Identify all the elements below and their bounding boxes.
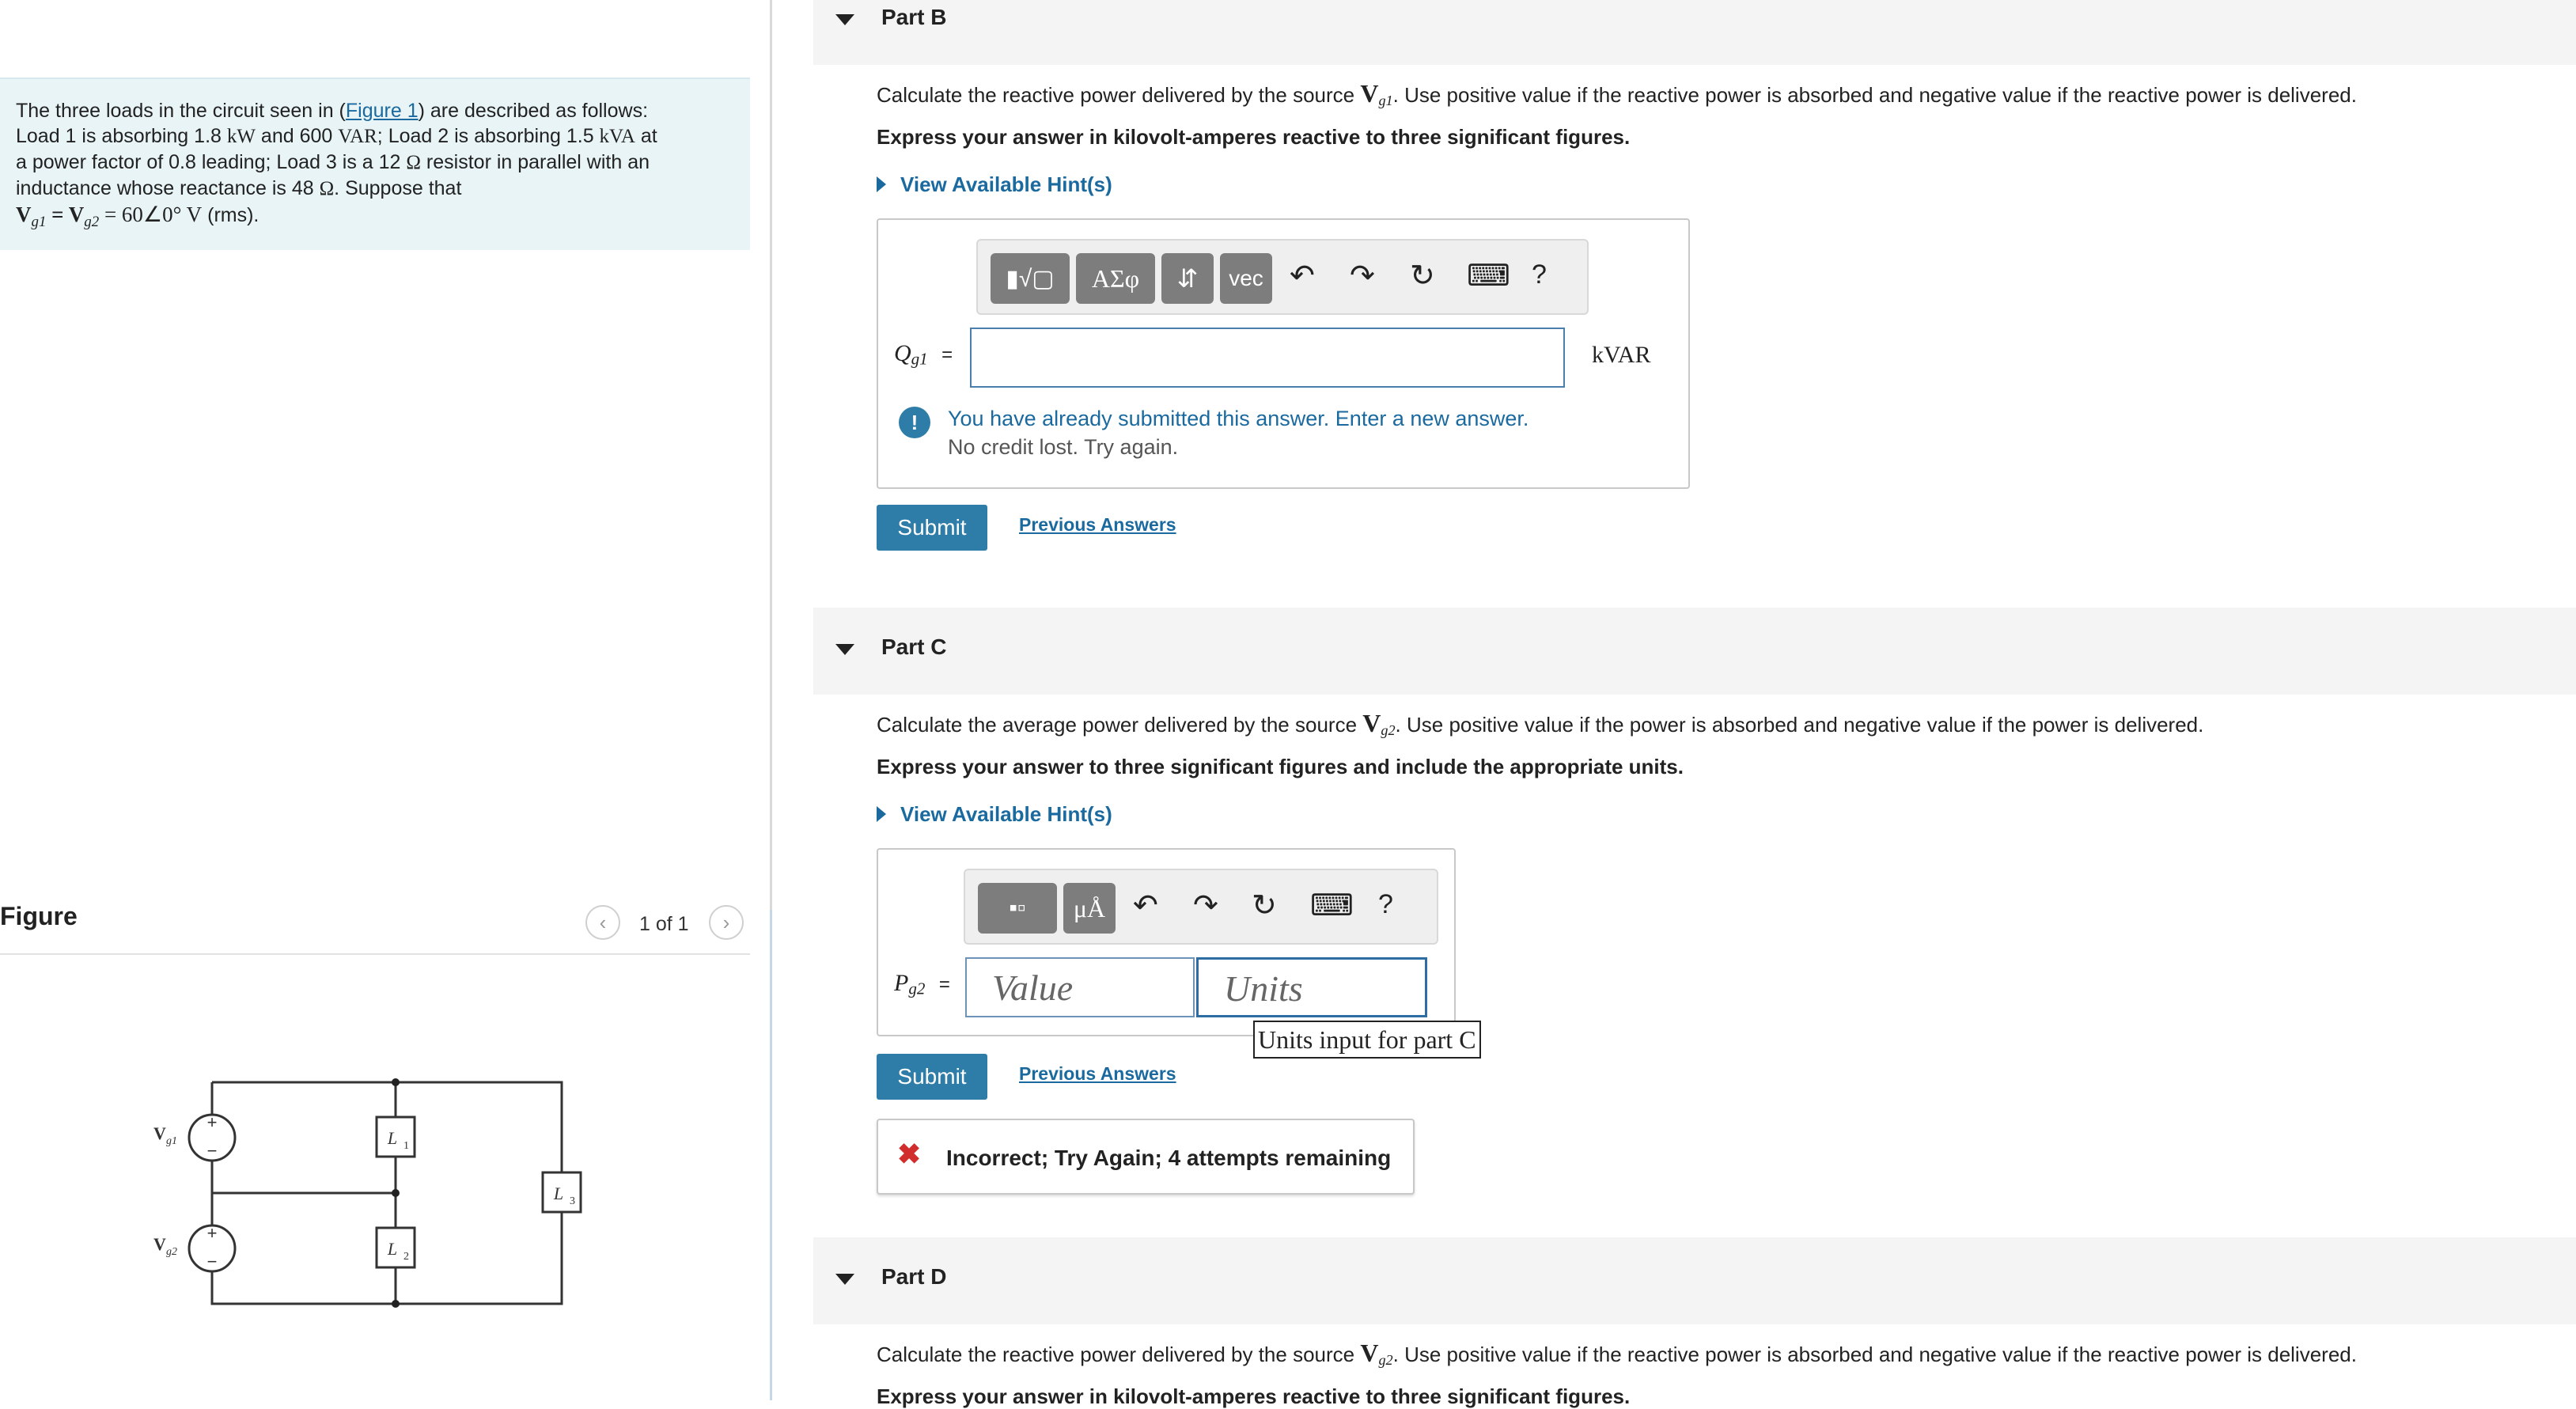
chevron-right-icon: › bbox=[722, 910, 730, 934]
figure-prev-button[interactable]: ‹ bbox=[585, 905, 620, 940]
svg-text:L: L bbox=[387, 1239, 397, 1259]
part-b-unit-label: kVAR bbox=[1592, 342, 1651, 368]
part-c-value-input[interactable]: Value bbox=[965, 957, 1195, 1017]
part-d-header[interactable]: Part D bbox=[813, 1237, 2576, 1324]
collapse-caret-icon bbox=[835, 1274, 854, 1285]
part-b-header[interactable]: Part B bbox=[813, 0, 2576, 65]
redo-icon[interactable]: ↷ bbox=[1350, 258, 1375, 294]
part-b-feedback: You have already submitted this answer. … bbox=[948, 407, 1529, 430]
units-button[interactable]: μÅ bbox=[1063, 883, 1116, 934]
figure-link[interactable]: Figure 1 bbox=[346, 100, 419, 122]
figure-title: Figure bbox=[0, 902, 78, 930]
problem-statement: The three loads in the circuit seen in (… bbox=[0, 78, 750, 250]
part-b-submit-button[interactable]: Submit bbox=[877, 505, 987, 551]
left-pane: The three loads in the circuit seen in (… bbox=[0, 0, 767, 1400]
templates-button[interactable]: ▮√▢ bbox=[991, 253, 1070, 304]
info-alert-icon: ! bbox=[899, 407, 930, 438]
svg-text:g2: g2 bbox=[166, 1246, 177, 1258]
svg-text:−: − bbox=[207, 1252, 218, 1271]
part-c-hint-link[interactable]: View Available Hint(s) bbox=[877, 802, 1112, 827]
label-vg1: V bbox=[153, 1123, 166, 1143]
units-tooltip: Units input for part C bbox=[1253, 1021, 1481, 1059]
part-c-feedback-text: Incorrect; Try Again; 4 attempts remaini… bbox=[946, 1146, 1392, 1170]
figure-page-count: 1 of 1 bbox=[639, 913, 689, 935]
svg-text:−: − bbox=[207, 1141, 218, 1161]
vector-button[interactable]: vec bbox=[1220, 253, 1272, 304]
part-c-answer-box: ▪▫ μÅ ↶ ↷ ↻ ⌨ ? Pg2 = Value Units bbox=[877, 848, 1456, 1036]
caret-right-icon bbox=[877, 806, 886, 822]
load-l2: L 2 bbox=[375, 1226, 416, 1269]
part-c-feedback-box: ✖ Incorrect; Try Again; 4 attempts remai… bbox=[877, 1119, 1415, 1195]
part-c-header[interactable]: Part C bbox=[813, 608, 2576, 695]
reset-icon[interactable]: ↻ bbox=[1252, 888, 1277, 923]
redo-icon[interactable]: ↷ bbox=[1193, 888, 1218, 923]
svg-text:1: 1 bbox=[403, 1140, 409, 1152]
svg-text:g1: g1 bbox=[166, 1135, 177, 1147]
circuit-diagram: + − + − L 1 L 2 L 3 V g1 V g2 bbox=[153, 1078, 582, 1308]
caret-right-icon bbox=[877, 176, 886, 192]
incorrect-x-icon: ✖ bbox=[897, 1138, 922, 1170]
part-d-instruction: Express your answer in kilovolt-amperes … bbox=[877, 1384, 1631, 1408]
pane-divider-scroll[interactable] bbox=[770, 910, 772, 1400]
collapse-caret-icon bbox=[835, 14, 854, 25]
part-c-submit-button[interactable]: Submit bbox=[877, 1054, 987, 1100]
part-b-answer-box: ▮√▢ ΑΣφ ⇵ vec ↶ ↷ ↻ ⌨ ? Qg1 = kVAR ! You… bbox=[877, 218, 1690, 489]
templates-button[interactable]: ▪▫ bbox=[978, 883, 1057, 934]
part-c-instruction: Express your answer to three significant… bbox=[877, 755, 1684, 778]
undo-icon[interactable]: ↶ bbox=[1290, 258, 1315, 294]
part-b-math-toolbar: ▮√▢ ΑΣφ ⇵ vec ↶ ↷ ↻ ⌨ ? bbox=[976, 239, 1589, 315]
svg-text:+: + bbox=[207, 1112, 218, 1132]
part-b-input-label: Qg1 = bbox=[894, 340, 953, 369]
reset-icon[interactable]: ↻ bbox=[1410, 258, 1435, 294]
help-icon[interactable]: ? bbox=[1532, 259, 1547, 290]
figure-divider bbox=[0, 953, 750, 955]
part-c-question: Calculate the average power delivered by… bbox=[877, 709, 2204, 738]
svg-text:+: + bbox=[207, 1223, 218, 1243]
voltage-equation: Vg1 = Vg2 = 60∠0° V (rms). bbox=[16, 203, 259, 230]
part-b-feedback-sub: No credit lost. Try again. bbox=[948, 435, 1179, 459]
part-c-previous-answers-link[interactable]: Previous Answers bbox=[1019, 1063, 1176, 1085]
subscript-superscript-button[interactable]: ⇵ bbox=[1161, 253, 1214, 304]
part-d-question: Calculate the reactive power delivered b… bbox=[877, 1339, 2357, 1368]
source-vg2: + − bbox=[188, 1223, 237, 1273]
load-l1: L 1 bbox=[375, 1115, 416, 1158]
svg-text:L: L bbox=[387, 1128, 397, 1148]
greek-symbols-button[interactable]: ΑΣφ bbox=[1076, 253, 1155, 304]
figure-next-button[interactable]: › bbox=[709, 905, 744, 940]
collapse-caret-icon bbox=[835, 644, 854, 655]
part-b-answer-input[interactable] bbox=[970, 328, 1565, 388]
part-b-instruction: Express your answer in kilovolt-amperes … bbox=[877, 125, 1631, 149]
part-c-units-input[interactable]: Units bbox=[1196, 957, 1427, 1017]
undo-icon[interactable]: ↶ bbox=[1133, 888, 1158, 923]
part-c-math-toolbar: ▪▫ μÅ ↶ ↷ ↻ ⌨ ? bbox=[964, 869, 1438, 945]
svg-text:2: 2 bbox=[403, 1251, 409, 1263]
svg-text:3: 3 bbox=[570, 1195, 575, 1207]
keyboard-icon[interactable]: ⌨ bbox=[1467, 258, 1510, 294]
svg-text:L: L bbox=[553, 1184, 563, 1203]
part-b-hint-link[interactable]: View Available Hint(s) bbox=[877, 172, 1112, 197]
help-icon[interactable]: ? bbox=[1378, 889, 1393, 920]
chevron-left-icon: ‹ bbox=[599, 910, 607, 934]
load-l3: L 3 bbox=[541, 1171, 582, 1214]
part-b-question: Calculate the reactive power delivered b… bbox=[877, 79, 2357, 108]
part-c-input-label: Pg2 = bbox=[894, 970, 950, 998]
label-vg2: V bbox=[153, 1234, 166, 1254]
source-vg1: + − bbox=[188, 1112, 237, 1162]
keyboard-icon[interactable]: ⌨ bbox=[1310, 888, 1354, 923]
part-b-previous-answers-link[interactable]: Previous Answers bbox=[1019, 514, 1176, 536]
